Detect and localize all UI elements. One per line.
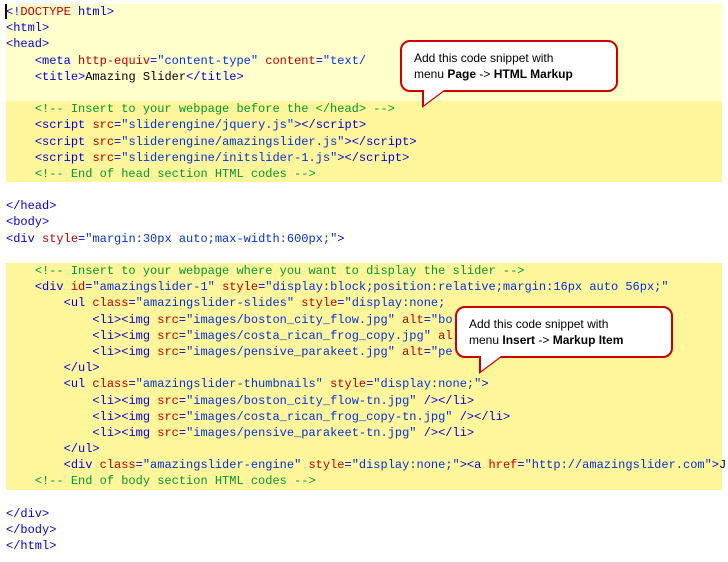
callout-page-html-markup: Add this code snippet with menu Page -> … bbox=[400, 40, 618, 92]
callout1-line1: Add this code snippet with bbox=[414, 51, 553, 65]
callout-insert-markup-item: Add this code snippet with menu Insert -… bbox=[455, 306, 673, 358]
callout2-line1: Add this code snippet with bbox=[469, 317, 608, 331]
callout-tail-icon bbox=[422, 90, 446, 108]
code-view: <!DOCTYPE html> <html> <head> <meta http… bbox=[0, 0, 728, 558]
callout-tail-icon bbox=[479, 356, 503, 374]
